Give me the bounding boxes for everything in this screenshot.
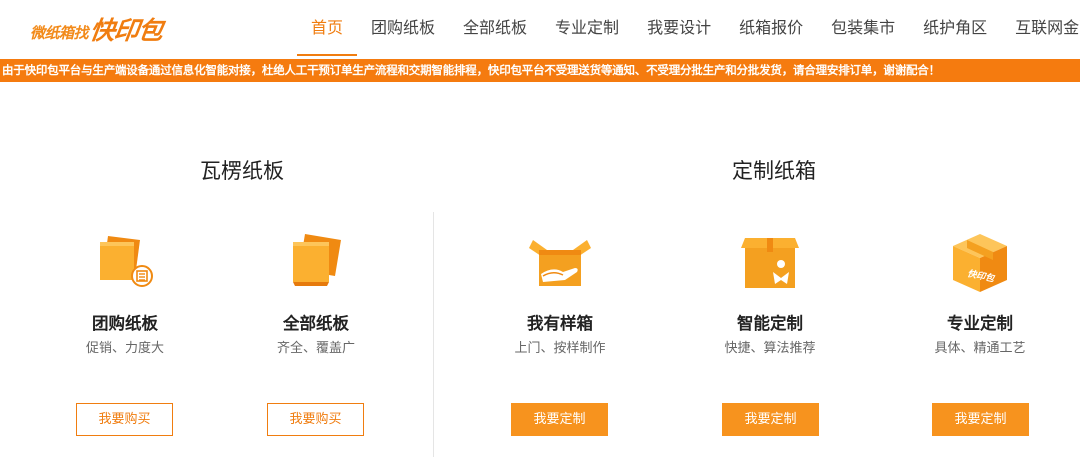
nav-item-finance[interactable]: 互联网金融 — [1001, 0, 1080, 56]
buy-all-board-button[interactable]: 我要购买 — [267, 403, 364, 436]
card-title: 我有样箱 — [527, 314, 593, 333]
card-all-board: 全部纸板 齐全、覆盖广 — [226, 230, 406, 358]
card-subtitle: 具体、精通工艺 — [934, 341, 1026, 356]
card-title: 全部纸板 — [283, 314, 349, 333]
board-stack-icon — [293, 234, 341, 286]
custom-smart-button[interactable]: 我要定制 — [722, 403, 819, 436]
nav-item-quote[interactable]: 纸箱报价 — [725, 0, 817, 56]
section-title-corrugated: 瓦楞纸板 — [200, 159, 284, 183]
card-pro-custom: 快印包 专业定制 具体、精通工艺 — [890, 230, 1070, 358]
card-smart-custom: 智能定制 快捷、算法推荐 — [680, 230, 860, 358]
card-subtitle: 上门、按样制作 — [514, 341, 606, 356]
nav-item-home[interactable]: 首页 — [297, 0, 358, 56]
custom-pro-button[interactable]: 我要定制 — [932, 403, 1029, 436]
card-title: 专业定制 — [947, 314, 1013, 333]
open-box-hand-icon — [529, 240, 591, 286]
branded-cube-box-icon: 快印包 — [953, 234, 1007, 292]
card-subtitle: 齐全、覆盖广 — [276, 341, 355, 356]
logo-brand-name: 快印包 — [88, 16, 165, 45]
card-subtitle: 快捷、算法推荐 — [724, 341, 816, 356]
card-title: 智能定制 — [737, 314, 803, 333]
nav-item-pro-custom[interactable]: 专业定制 — [541, 0, 633, 56]
custom-sample-box-button[interactable]: 我要定制 — [511, 403, 608, 436]
notice-bar: 由于快印包平台与生产端设备通过信息化智能对接，杜绝人工干预订单生产流程和交期智能… — [0, 59, 1080, 82]
card-subtitle: 促销、力度大 — [85, 341, 164, 356]
box-person-icon — [741, 238, 799, 288]
card-group-board: 团购纸板 促销、力度大 — [35, 230, 215, 358]
section-divider — [433, 212, 434, 457]
section-title-custom: 定制纸箱 — [732, 159, 816, 183]
nav-item-design[interactable]: 我要设计 — [633, 0, 725, 56]
buy-group-board-button[interactable]: 我要购买 — [76, 403, 173, 436]
logo-slogan: 微纸箱找 — [30, 24, 89, 42]
site-header: 微纸箱找 快印包 首页 团购纸板 全部纸板 专业定制 我要设计 纸箱报价 包装集… — [0, 0, 1080, 58]
card-title: 团购纸板 — [92, 314, 158, 333]
site-logo[interactable]: 微纸箱找 快印包 — [30, 12, 165, 46]
board-group-icon — [100, 236, 153, 287]
card-sample-box: 我有样箱 上门、按样制作 — [470, 230, 650, 358]
nav-item-corner[interactable]: 纸护角区 — [909, 0, 1001, 56]
main-nav: 首页 团购纸板 全部纸板 专业定制 我要设计 纸箱报价 包装集市 纸护角区 互联… — [297, 0, 1080, 56]
nav-item-all-board[interactable]: 全部纸板 — [449, 0, 541, 56]
nav-item-market[interactable]: 包装集市 — [817, 0, 909, 56]
nav-item-group-board[interactable]: 团购纸板 — [357, 0, 449, 56]
